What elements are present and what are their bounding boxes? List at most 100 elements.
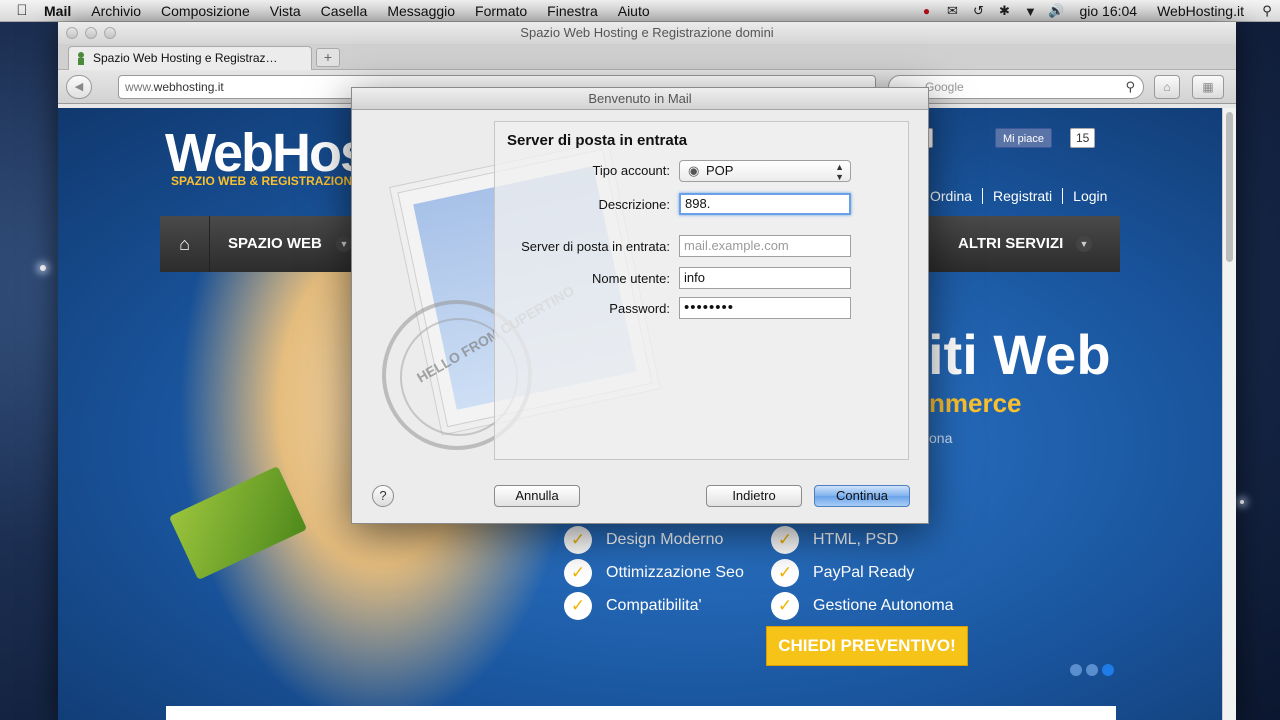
mail-status-icon[interactable]: ✉ — [939, 3, 965, 19]
menu-casella[interactable]: Casella — [311, 3, 378, 19]
feature-item: ✓ PayPal Ready — [771, 559, 914, 587]
back-button[interactable]: Indietro — [706, 485, 802, 507]
chevron-down-icon[interactable]: ▼ — [336, 236, 352, 252]
check-icon: ✓ — [564, 526, 592, 554]
home-icon[interactable]: ⌂ — [1154, 75, 1180, 99]
menu-messaggio[interactable]: Messaggio — [377, 3, 465, 19]
chevron-down-icon[interactable]: ▼ — [1076, 236, 1092, 252]
incoming-server-label: Server di posta in entrata: — [521, 239, 670, 254]
dialog-title: Benvenuto in Mail — [352, 88, 928, 110]
window-controls — [66, 27, 116, 39]
menu-composizione[interactable]: Composizione — [151, 3, 260, 19]
menu-clock[interactable]: gio 16:04 — [1069, 3, 1147, 19]
link-login[interactable]: Login — [1062, 188, 1117, 204]
facebook-like-button[interactable]: Mi piace — [995, 128, 1052, 148]
close-window-button[interactable] — [66, 27, 78, 39]
browser-tab[interactable]: Spazio Web Hosting e Registraz… — [68, 46, 312, 70]
bluetooth-icon[interactable]: ✱ — [991, 3, 1017, 19]
search-icon: ⚲ — [1125, 79, 1135, 94]
check-icon: ✓ — [771, 592, 799, 620]
feature-item: ✓ Compatibilita' — [564, 592, 702, 620]
favicon-icon — [78, 52, 84, 65]
url-prefix: www. — [125, 80, 154, 94]
menu-user[interactable]: WebHosting.it — [1147, 3, 1254, 19]
menu-vista[interactable]: Vista — [260, 3, 311, 19]
feature-label: Compatibilita' — [606, 597, 702, 614]
select-arrows-icon: ▲ ▼ — [835, 162, 844, 182]
feature-item: ✓ Gestione Autonoma — [771, 592, 954, 620]
slider-dots — [1070, 664, 1114, 676]
menu-formato[interactable]: Formato — [465, 3, 537, 19]
cancel-button[interactable]: Annulla — [494, 485, 580, 507]
browser-tab-title: Spazio Web Hosting e Registraz… — [93, 51, 278, 65]
feature-label: HTML, PSD — [813, 531, 899, 548]
quote-request-button[interactable]: CHIEDI PREVENTIVO! — [766, 626, 968, 666]
description-label: Descrizione: — [598, 197, 670, 212]
hero-small-text: ona — [929, 430, 953, 446]
minimize-window-button[interactable] — [85, 27, 97, 39]
check-icon: ✓ — [564, 559, 592, 587]
time-machine-icon[interactable]: ↺ — [965, 3, 991, 19]
nav-altri-servizi[interactable]: ALTRI SERVIZI — [958, 216, 1063, 272]
menu-app-mail[interactable]: Mail — [44, 3, 81, 19]
feature-item: ✓ HTML, PSD — [771, 526, 898, 554]
globe-icon: ◉ — [688, 163, 700, 178]
new-tab-button[interactable]: + — [316, 48, 340, 67]
help-button[interactable]: ? — [372, 485, 394, 507]
menu-finestra[interactable]: Finestra — [537, 3, 608, 19]
feature-label: Gestione Autonoma — [813, 597, 954, 614]
account-type-select[interactable]: ◉ POP ▲ ▼ — [679, 160, 851, 182]
page-scrollbar[interactable] — [1222, 108, 1236, 720]
check-icon: ✓ — [771, 526, 799, 554]
wifi-icon[interactable]: ▼ — [1017, 4, 1043, 19]
password-label: Password: — [609, 301, 670, 316]
home-nav-icon[interactable]: ⌂ — [160, 216, 210, 272]
apple-icon[interactable]:  — [0, 2, 44, 19]
feature-label: Ottimizzazione Seo — [606, 564, 744, 581]
facebook-like-label: Mi piace — [1003, 133, 1044, 145]
check-icon: ✓ — [771, 559, 799, 587]
browser-titlebar: Spazio Web Hosting e Registrazione domin… — [58, 22, 1236, 44]
back-button[interactable]: ◀ — [66, 75, 92, 99]
feature-label: Design Moderno — [606, 531, 724, 548]
hero-subtitle: nmerce — [929, 388, 1022, 418]
zoom-window-button[interactable] — [104, 27, 116, 39]
panel-heading: Server di posta in entrata — [507, 132, 688, 149]
spotlight-icon[interactable]: ⚲ — [1254, 3, 1280, 19]
feature-item: ✓ Design Moderno — [564, 526, 723, 554]
desktop-star — [1240, 500, 1244, 504]
description-field[interactable]: 898. — [679, 193, 851, 215]
feature-item: ✓ Ottimizzazione Seo — [564, 559, 744, 587]
scrollbar-thumb[interactable] — [1226, 112, 1233, 262]
slider-dot[interactable] — [1070, 664, 1082, 676]
password-field[interactable]: •••••••• — [679, 297, 851, 319]
tab-bar: Spazio Web Hosting e Registraz… + — [58, 44, 1236, 70]
menu-bar:  Mail Archivio Composizione Vista Casel… — [0, 0, 1280, 22]
url-domain: webhosting.it — [153, 80, 224, 94]
link-registrati[interactable]: Registrati — [982, 188, 1062, 204]
account-links: Ordina Registrati Login — [928, 188, 1117, 204]
link-ordina[interactable]: Ordina — [928, 188, 982, 204]
mail-setup-dialog: Benvenuto in Mail HELLO FROM CUPERTINO S… — [351, 87, 929, 524]
facebook-like-count: 15 — [1070, 128, 1096, 148]
nav-spazio-web[interactable]: SPAZIO WEB — [228, 216, 322, 272]
slider-dot-active[interactable] — [1102, 664, 1114, 676]
slider-dot[interactable] — [1086, 664, 1098, 676]
feature-label: PayPal Ready — [813, 564, 915, 581]
record-icon[interactable]: ● — [913, 4, 939, 18]
account-type-label: Tipo account: — [592, 163, 670, 178]
search-placeholder: Google — [925, 80, 964, 94]
incoming-server-panel: Server di posta in entrata Tipo account:… — [494, 121, 909, 460]
continue-button[interactable]: Continua — [814, 485, 910, 507]
incoming-server-field[interactable]: mail.example.com — [679, 235, 851, 257]
desktop-star — [40, 265, 46, 271]
site-tagline: SPAZIO WEB & REGISTRAZIONE D — [171, 174, 373, 188]
bookmarks-button[interactable]: ▦ — [1192, 75, 1224, 99]
content-strip — [166, 706, 1116, 720]
username-field[interactable]: info — [679, 267, 851, 289]
browser-window-title: Spazio Web Hosting e Registrazione domin… — [520, 25, 774, 40]
menu-archivio[interactable]: Archivio — [81, 3, 151, 19]
volume-icon[interactable]: 🔊 — [1043, 3, 1069, 19]
menu-aiuto[interactable]: Aiuto — [608, 3, 660, 19]
username-label: Nome utente: — [591, 271, 670, 286]
